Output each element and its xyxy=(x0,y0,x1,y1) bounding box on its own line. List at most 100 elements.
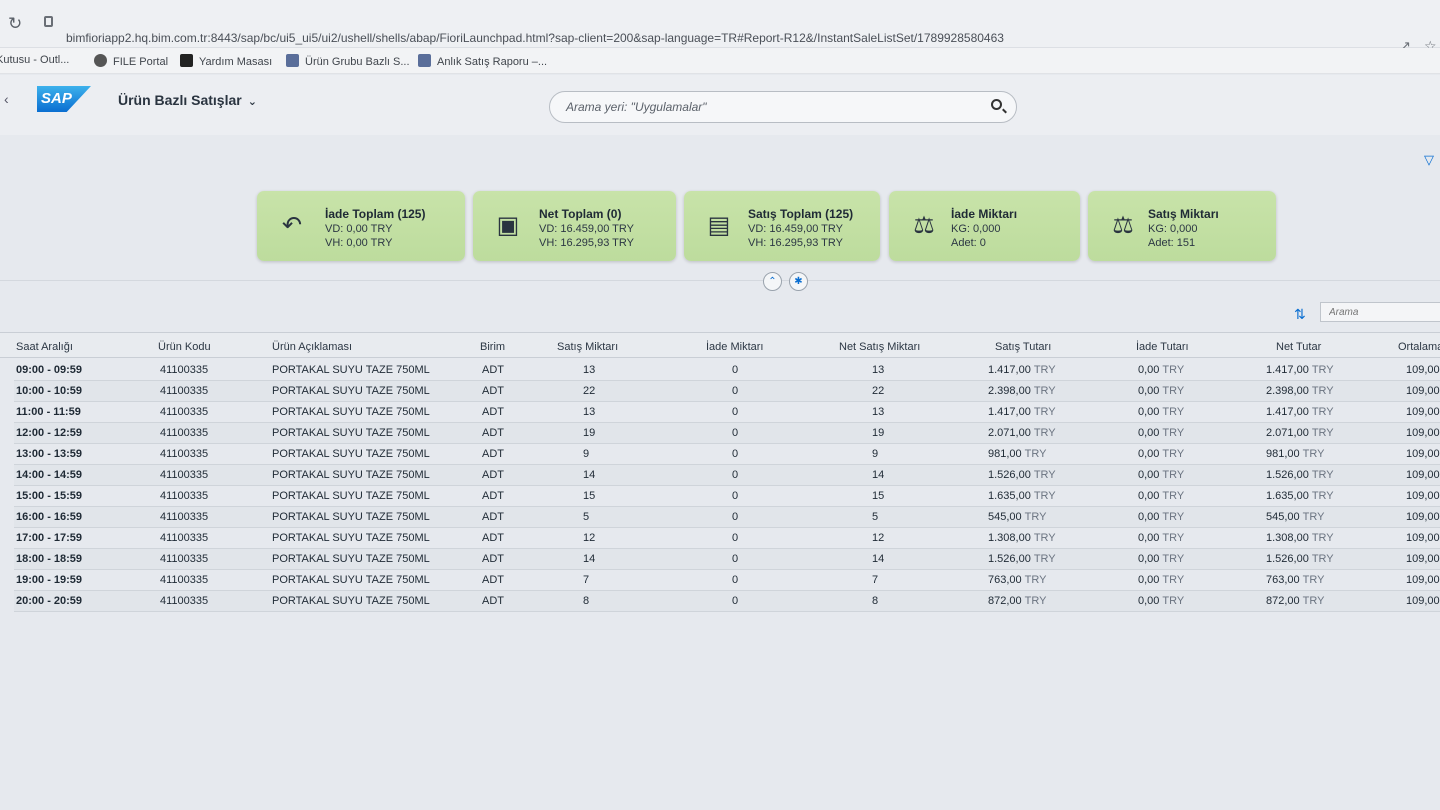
table-row[interactable]: 13:00 - 13:59 41100335 PORTAKAL SUYU TAZE … xyxy=(14,444,1440,465)
cell-unit-value: ADT xyxy=(482,364,504,376)
cell-net-amount: 1.417,00 TRY xyxy=(1266,406,1334,418)
cell-return-amount: 0,00 TRY xyxy=(1138,469,1184,481)
col-average[interactable]: Ortalama xyxy=(1398,341,1440,353)
bookmark-helpdesk[interactable]: Yardım Masası xyxy=(180,54,272,68)
bookmark-file-portal[interactable]: FILE Portal xyxy=(94,54,168,68)
table-row[interactable]: 15:00 - 15:59 41100335 PORTAKAL SUYU TAZE … xyxy=(14,486,1440,507)
cell-average-value: 109,00 xyxy=(1406,490,1440,502)
reload-icon[interactable]: ↻ xyxy=(8,14,22,34)
sort-icon[interactable]: ⇅ xyxy=(1294,306,1306,323)
cell-return-qty-value: 0 xyxy=(732,553,739,565)
tile-sales-total[interactable]: ▤ Satış Toplam (125) VD: 16.459,00 TRY V… xyxy=(684,191,880,261)
currency-label: TRY xyxy=(1302,574,1325,586)
table-row[interactable]: 16:00 - 16:59 41100335 PORTAKAL SUYU TAZE … xyxy=(14,507,1440,528)
tile-return-total[interactable]: ↶ İade Toplam (125) VD: 0,00 TRY VH: 0,0… xyxy=(257,191,465,261)
col-product-desc[interactable]: Ürün Açıklaması xyxy=(272,341,352,353)
table-row[interactable]: 12:00 - 12:59 41100335 PORTAKAL SUYU TAZE … xyxy=(14,423,1440,444)
currency-label: TRY xyxy=(1162,553,1185,565)
search-field[interactable]: Arama yeri: "Uygulamalar" xyxy=(549,91,1017,123)
cell-product-code: 41100335 xyxy=(160,364,208,376)
col-time-range[interactable]: Saat Aralığı xyxy=(16,341,73,353)
cell-product-desc-value: PORTAKAL SUYU TAZE 750ML xyxy=(272,364,430,376)
table-row[interactable]: 19:00 - 19:59 41100335 PORTAKAL SUYU TAZE … xyxy=(14,570,1440,591)
address-field[interactable]: bimfioriapp2.hq.bim.com.tr:8443/sap/bc/u… xyxy=(66,31,1004,45)
cell-average-value: 109,00 xyxy=(1406,469,1440,481)
tile-title: İade Miktarı xyxy=(951,207,1018,221)
cell-net-amount: 1.417,00 TRY xyxy=(1266,364,1334,376)
table-row[interactable]: 14:00 - 14:59 41100335 PORTAKAL SUYU TAZE … xyxy=(14,465,1440,486)
cell-sales-qty-value: 14 xyxy=(583,553,596,565)
tile-return-quantity[interactable]: ⚖ İade Miktarı KG: 0,000 Adet: 0 xyxy=(889,191,1080,261)
col-net-amount[interactable]: Net Tutar xyxy=(1276,341,1321,353)
collapse-header-icon[interactable]: ⌃ xyxy=(763,272,782,291)
table-row[interactable]: 20:00 - 20:59 41100335 PORTAKAL SUYU TAZE … xyxy=(14,591,1440,612)
cell-product-code-value: 41100335 xyxy=(160,490,209,502)
cell-return-amount-value: 0,00 xyxy=(1138,448,1160,460)
cell-time-range: 20:00 - 20:59 xyxy=(16,595,82,607)
cell-net-sales-qty-value: 22 xyxy=(872,385,885,397)
back-icon[interactable]: ‹ xyxy=(4,91,9,107)
cell-return-qty-value: 0 xyxy=(732,532,739,544)
cell-unit-value: ADT xyxy=(482,469,504,481)
cell-return-amount: 0,00 TRY xyxy=(1138,574,1184,586)
table-row[interactable]: 10:00 - 10:59 41100335 PORTAKAL SUYU TAZE … xyxy=(14,381,1440,402)
col-return-qty[interactable]: İade Miktarı xyxy=(706,341,763,353)
cell-sales-qty-value: 19 xyxy=(583,427,596,439)
cell-net-sales-qty: 22 xyxy=(872,385,884,397)
cell-average: 109,00 xyxy=(1406,574,1440,586)
cell-sales-qty-value: 13 xyxy=(583,406,596,418)
col-sales-amount[interactable]: Satış Tutarı xyxy=(995,341,1051,353)
cell-net-sales-qty: 14 xyxy=(872,469,884,481)
cell-return-amount-value: 0,00 xyxy=(1138,406,1160,418)
sd-icon xyxy=(180,54,193,67)
cell-net-amount: 2.398,00 TRY xyxy=(1266,385,1334,397)
bookmark-product-group[interactable]: Ürün Grubu Bazlı S... xyxy=(286,54,410,68)
cell-product-code: 41100335 xyxy=(160,553,208,565)
col-sales-qty[interactable]: Satış Miktarı xyxy=(557,341,618,353)
search-icon[interactable] xyxy=(991,99,1002,110)
col-product-code[interactable]: Ürün Kodu xyxy=(158,341,211,353)
currency-label: TRY xyxy=(1033,427,1056,439)
cell-net-sales-qty-value: 8 xyxy=(872,595,879,607)
tile-line1: VD: 0,00 TRY xyxy=(325,223,393,235)
currency-label: TRY xyxy=(1162,595,1185,607)
tile-net-total[interactable]: ▣ Net Toplam (0) VD: 16.459,00 TRY VH: 1… xyxy=(473,191,676,261)
col-net-sales-qty[interactable]: Net Satış Miktarı xyxy=(839,341,920,353)
cell-sales-qty-value: 8 xyxy=(583,595,590,607)
cell-sales-qty: 9 xyxy=(583,448,589,460)
cell-average: 109,00 xyxy=(1406,511,1440,523)
bookmark-instant-sales[interactable]: Anlık Satış Raporu –... xyxy=(418,54,547,68)
filter-icon[interactable]: ▽ xyxy=(1424,152,1434,168)
cell-net-amount-value: 872,00 xyxy=(1266,595,1300,607)
table-row[interactable]: 09:00 - 09:59 41100335 PORTAKAL SUYU TAZE … xyxy=(14,360,1440,381)
sap-logo[interactable]: SAP xyxy=(37,86,91,112)
cell-sales-qty: 5 xyxy=(583,511,589,523)
table-row[interactable]: 17:00 - 17:59 41100335 PORTAKAL SUYU TAZE … xyxy=(14,528,1440,549)
cell-net-amount-value: 981,00 xyxy=(1266,448,1300,460)
tile-sales-quantity[interactable]: ⚖ Satış Miktarı KG: 0,000 Adet: 151 xyxy=(1088,191,1276,261)
cell-return-amount: 0,00 TRY xyxy=(1138,364,1184,376)
tile-line2: VH: 16.295,93 TRY xyxy=(539,237,634,249)
cell-return-qty: 0 xyxy=(732,595,738,607)
table-row[interactable]: 18:00 - 18:59 41100335 PORTAKAL SUYU TAZE … xyxy=(14,549,1440,570)
cell-time-range: 17:00 - 17:59 xyxy=(16,532,82,544)
cell-sales-qty: 19 xyxy=(583,427,595,439)
cell-average-value: 109,00 xyxy=(1406,427,1440,439)
col-unit[interactable]: Birim xyxy=(480,341,505,353)
col-return-amount[interactable]: İade Tutarı xyxy=(1136,341,1189,353)
cell-time-range-value: 15:00 - 15:59 xyxy=(16,490,83,502)
cell-net-sales-qty: 12 xyxy=(872,532,884,544)
site-info-icon[interactable] xyxy=(44,16,53,27)
cell-return-qty-value: 0 xyxy=(732,364,739,376)
cell-sales-qty: 15 xyxy=(583,490,595,502)
cell-unit-value: ADT xyxy=(482,511,504,523)
cell-sales-amount-value: 1.526,00 xyxy=(988,469,1031,481)
bookmark-mail[interactable]: Kutusu - Outl... xyxy=(0,54,69,66)
table-search-input[interactable] xyxy=(1320,302,1440,322)
cell-net-sales-qty: 9 xyxy=(872,448,878,460)
pin-header-icon[interactable]: ✱ xyxy=(789,272,808,291)
cell-sales-amount: 872,00 TRY xyxy=(988,595,1046,607)
app-title-menu[interactable]: Ürün Bazlı Satışlar ⌄ xyxy=(118,92,257,108)
cell-unit-value: ADT xyxy=(482,385,504,397)
table-row[interactable]: 11:00 - 11:59 41100335 PORTAKAL SUYU TAZE … xyxy=(14,402,1440,423)
